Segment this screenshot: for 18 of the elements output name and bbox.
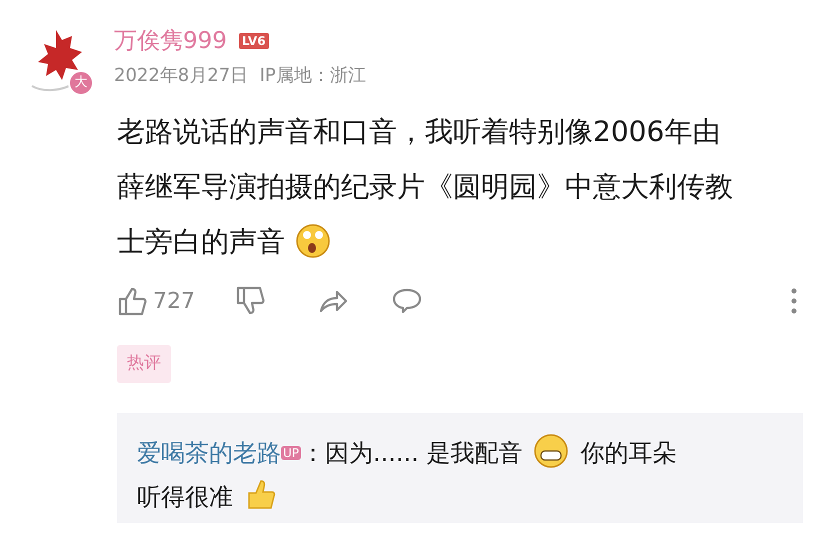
- hot-comment-tag: 热评: [117, 345, 171, 382]
- like-icon: [117, 285, 149, 317]
- reply-text: 你的耳朵: [580, 438, 676, 466]
- username[interactable]: 万俟隽999: [114, 26, 227, 56]
- more-icon[interactable]: [790, 288, 798, 314]
- surprised-emoji-icon: [295, 223, 331, 259]
- level-badge: LV6: [238, 33, 269, 49]
- up-badge: UP: [281, 446, 302, 460]
- reply-text: ：因为...... 是我配音: [301, 438, 522, 466]
- comment-meta: 2022年8月27日 IP属地：浙江: [114, 64, 366, 88]
- comment-text: 老路说话的声音和口音，我听着特别像2006年由: [117, 115, 720, 148]
- reply-author-link[interactable]: 爱喝茶的老路: [137, 438, 281, 466]
- dislike-icon[interactable]: [235, 285, 267, 317]
- avatar-badge: 大: [68, 70, 94, 96]
- reply-text: 听得很准: [137, 482, 233, 510]
- comment-text: 士旁白的声音: [117, 225, 285, 258]
- comment-text: 薛继军导演拍摄的纪录片《圆明园》中意大利传教: [117, 170, 733, 203]
- like-button[interactable]: 727: [117, 284, 195, 318]
